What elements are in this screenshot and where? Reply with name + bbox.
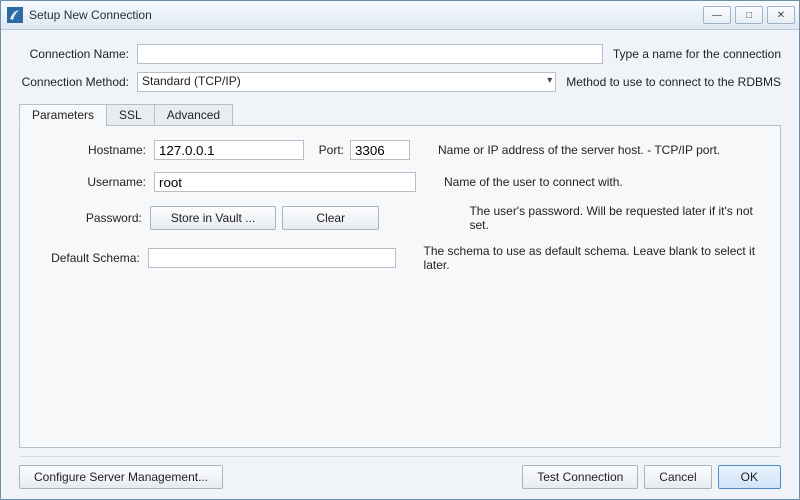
label-connection-name: Connection Name: bbox=[19, 47, 137, 61]
row-connection-method: Connection Method: Standard (TCP/IP) ▾ M… bbox=[19, 72, 781, 92]
minimize-button[interactable]: — bbox=[703, 6, 731, 24]
label-hostname: Hostname: bbox=[36, 143, 154, 157]
row-password: Password: Store in Vault ... Clear The u… bbox=[36, 204, 764, 232]
hint-connection-method: Method to use to connect to the RDBMS bbox=[566, 75, 781, 89]
clear-password-button[interactable]: Clear bbox=[282, 206, 379, 230]
tab-parameters[interactable]: Parameters bbox=[19, 104, 107, 126]
client-area: Connection Name: Type a name for the con… bbox=[1, 30, 799, 499]
row-connection-name: Connection Name: Type a name for the con… bbox=[19, 44, 781, 64]
port-input[interactable] bbox=[350, 140, 410, 160]
row-hostname: Hostname: Port: Name or IP address of th… bbox=[36, 140, 764, 160]
maximize-button[interactable]: □ bbox=[735, 6, 763, 24]
tab-bar: Parameters SSL Advanced bbox=[19, 103, 781, 126]
hostname-input[interactable] bbox=[154, 140, 304, 160]
store-in-vault-button[interactable]: Store in Vault ... bbox=[150, 206, 276, 230]
window-title: Setup New Connection bbox=[29, 8, 152, 22]
hint-default-schema: The schema to use as default schema. Lea… bbox=[424, 244, 764, 272]
default-schema-input[interactable] bbox=[148, 248, 396, 268]
tab-advanced[interactable]: Advanced bbox=[154, 104, 233, 126]
hint-username: Name of the user to connect with. bbox=[444, 175, 623, 189]
label-connection-method: Connection Method: bbox=[19, 75, 137, 89]
app-icon bbox=[7, 7, 23, 23]
hint-connection-name: Type a name for the connection bbox=[613, 47, 781, 61]
panel-parameters: Hostname: Port: Name or IP address of th… bbox=[19, 126, 781, 448]
label-username: Username: bbox=[36, 175, 154, 189]
connection-method-select[interactable]: Standard (TCP/IP) ▾ bbox=[137, 72, 556, 92]
row-default-schema: Default Schema: The schema to use as def… bbox=[36, 244, 764, 272]
row-username: Username: Name of the user to connect wi… bbox=[36, 172, 764, 192]
hint-password: The user's password. Will be requested l… bbox=[469, 204, 764, 232]
test-connection-button[interactable]: Test Connection bbox=[522, 465, 638, 489]
tab-ssl[interactable]: SSL bbox=[106, 104, 155, 126]
close-button[interactable]: ✕ bbox=[767, 6, 795, 24]
cancel-button[interactable]: Cancel bbox=[644, 465, 711, 489]
label-password: Password: bbox=[36, 211, 150, 225]
label-default-schema: Default Schema: bbox=[36, 251, 148, 265]
footer: Configure Server Management... Test Conn… bbox=[19, 456, 781, 489]
username-input[interactable] bbox=[154, 172, 416, 192]
configure-server-management-button[interactable]: Configure Server Management... bbox=[19, 465, 223, 489]
label-port: Port: bbox=[304, 143, 350, 157]
hint-hostname: Name or IP address of the server host. -… bbox=[438, 143, 720, 157]
connection-name-input[interactable] bbox=[137, 44, 603, 64]
chevron-down-icon: ▾ bbox=[547, 75, 552, 86]
ok-button[interactable]: OK bbox=[718, 465, 781, 489]
titlebar: Setup New Connection — □ ✕ bbox=[1, 1, 799, 30]
dialog-window: Setup New Connection — □ ✕ Connection Na… bbox=[0, 0, 800, 500]
connection-method-value: Standard (TCP/IP) bbox=[137, 72, 556, 92]
